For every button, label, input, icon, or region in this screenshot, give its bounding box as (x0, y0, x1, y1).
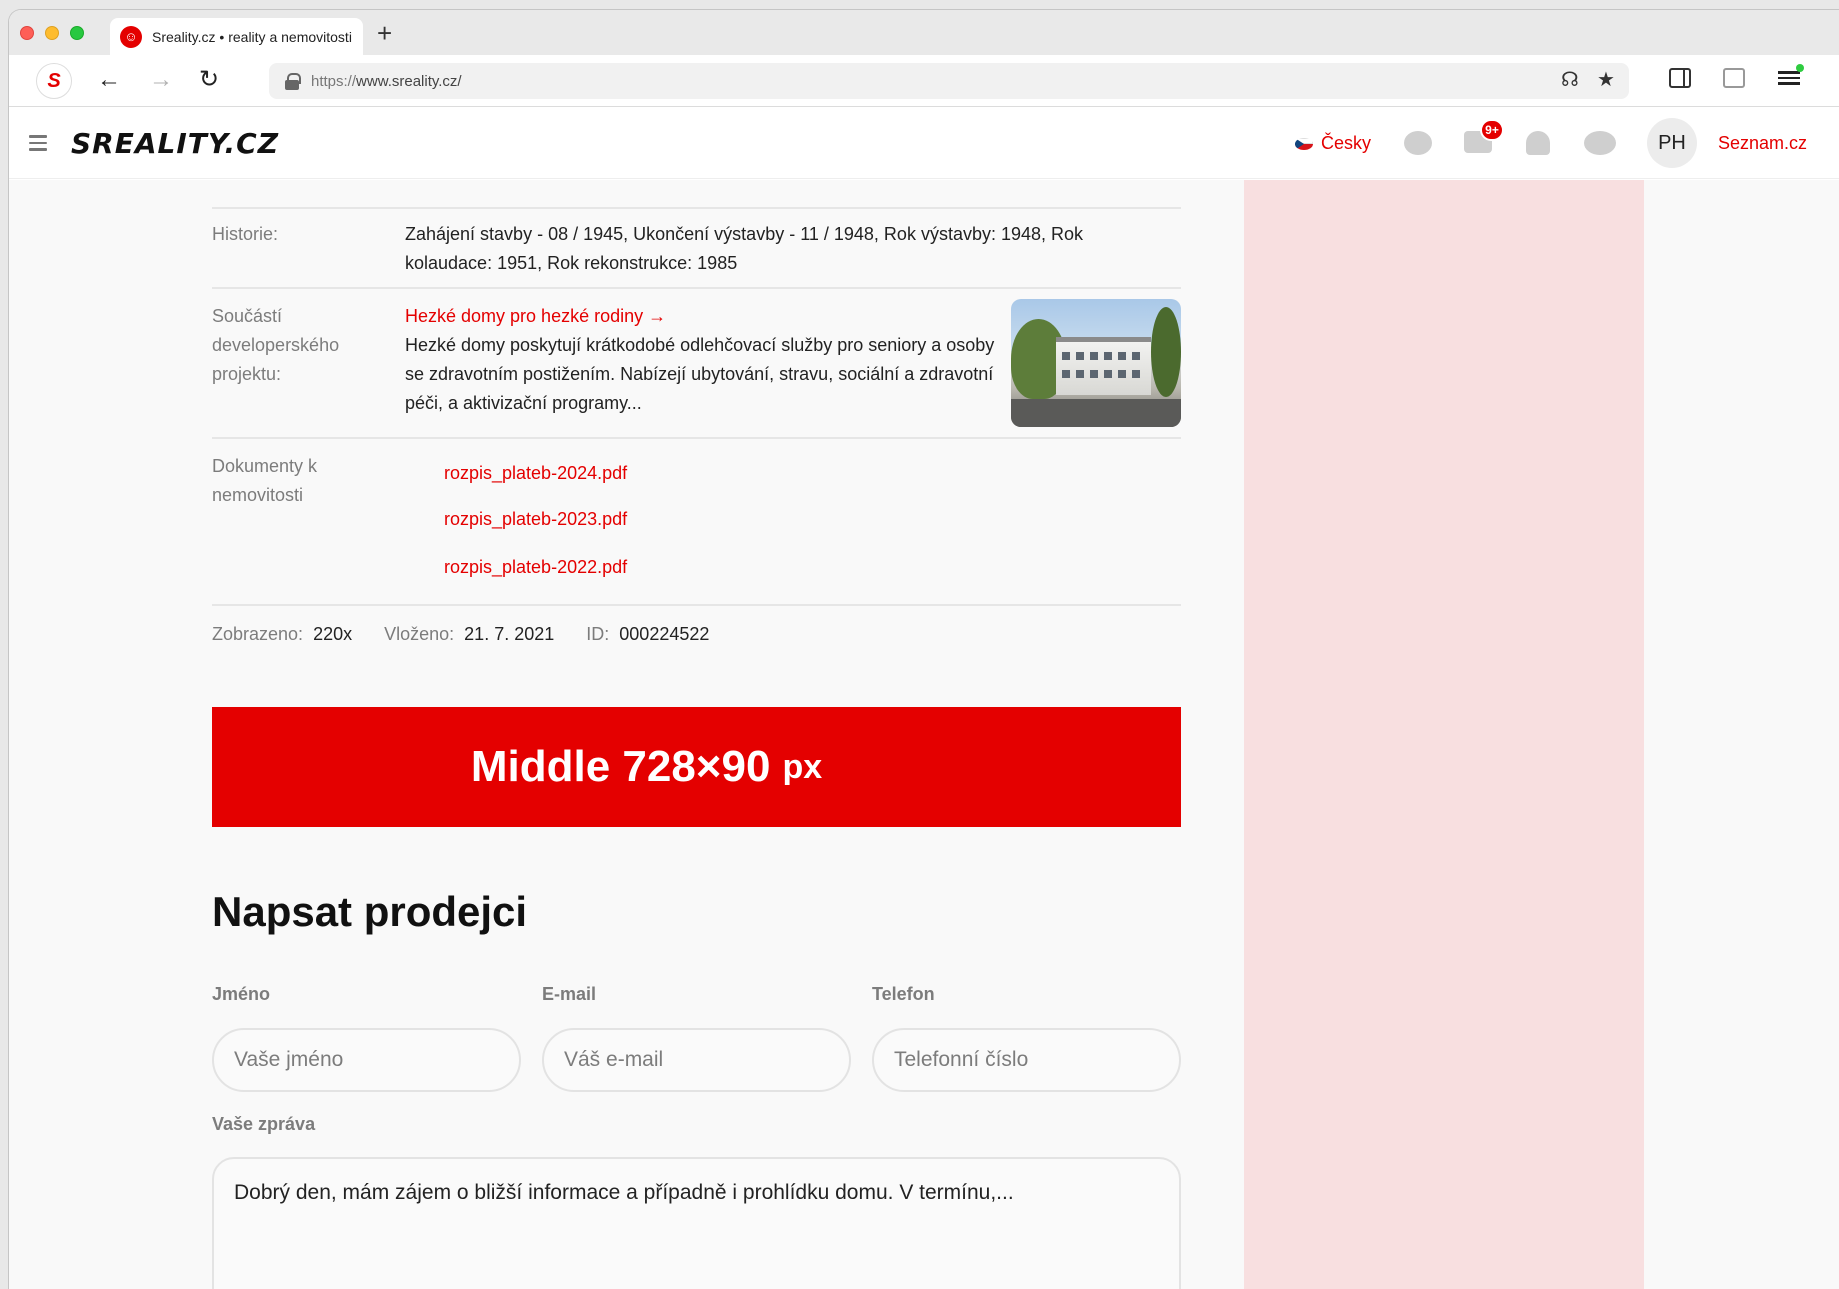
notifications-bell-icon[interactable] (1526, 131, 1550, 155)
main-content: Historie: Zahájení stavby - 08 / 1945, U… (212, 180, 1181, 1289)
language-switch[interactable]: Česky (1295, 133, 1371, 154)
messages-icon[interactable] (1584, 131, 1616, 155)
name-input[interactable]: Vaše jméno (212, 1028, 521, 1092)
banner-text: Middle 728×90 (470, 742, 771, 791)
middle-ad-banner[interactable]: Middle 728×90 px (212, 707, 1181, 827)
document-link[interactable]: rozpis_plateb-2024.pdf (444, 463, 627, 484)
documents-label: Dokumenty k nemovitosti (212, 456, 318, 505)
reload-button[interactable]: ↻ (199, 67, 219, 93)
id-value: 000224522 (619, 624, 710, 644)
seznam-link[interactable]: Seznam.cz (1718, 133, 1807, 154)
czech-flag-icon (1295, 137, 1313, 150)
message-textarea[interactable]: Dobrý den, mám zájem o bližší informace … (212, 1157, 1181, 1289)
seznam-home-icon[interactable]: S (36, 63, 72, 99)
views-value: 220x (313, 624, 353, 644)
reader-mode-icon[interactable]: ☊ (1561, 67, 1579, 92)
email-label: E-mail (542, 984, 597, 1004)
inserted-value: 21. 7. 2021 (464, 624, 555, 644)
documents-row: Dokumenty k nemovitosti rozpis_plateb-20… (212, 437, 1181, 604)
language-label: Česky (1321, 133, 1372, 153)
project-value: Hezké domy pro hezké rodiny → Hezké domy… (405, 302, 1005, 418)
menu-icon[interactable] (1778, 64, 1804, 88)
document-link[interactable]: rozpis_plateb-2022.pdf (444, 557, 627, 578)
name-label: Jméno (212, 984, 271, 1004)
email-input[interactable]: Váš e-mail (542, 1028, 851, 1092)
page-body: Historie: Zahájení stavby - 08 / 1945, U… (9, 180, 1839, 1289)
history-value: Zahájení stavby - 08 / 1945, Ukončení vý… (405, 224, 1084, 273)
email-icon[interactable] (1723, 68, 1745, 88)
history-label: Historie: (212, 224, 279, 244)
message-label: Vaše zpráva (212, 1114, 316, 1134)
back-button[interactable]: ← (97, 67, 121, 93)
phone-input[interactable]: Telefonní číslo (872, 1028, 1181, 1092)
history-row: Historie: Zahájení stavby - 08 / 1945, U… (212, 207, 1181, 287)
project-thumbnail-image[interactable] (1011, 299, 1181, 427)
phone-label: Telefon (872, 984, 935, 1004)
sidebar-toggle-icon[interactable] (1669, 68, 1691, 88)
banner-unit: px (782, 747, 823, 786)
side-ad-area (1244, 180, 1644, 1289)
bookmark-star-icon[interactable]: ★ (1597, 67, 1615, 92)
id-label: ID: (586, 624, 610, 644)
maximize-window-button[interactable] (70, 26, 84, 40)
document-link[interactable]: rozpis_plateb-2023.pdf (444, 509, 627, 530)
contact-form-title: Napsat prodejci (212, 888, 528, 935)
project-link[interactable]: Hezké domy pro hezké rodiny → (405, 302, 1005, 331)
browser-window: ☺ Sreality.cz • reality a nemovitosti + … (9, 10, 1839, 1289)
lock-icon (285, 72, 301, 90)
project-description: Hezké domy poskytují krátkodobé odlehčov… (405, 335, 995, 413)
browser-tab[interactable]: ☺ Sreality.cz • reality a nemovitosti (110, 18, 363, 55)
inserted-label: Vloženo: (384, 624, 455, 644)
close-window-button[interactable] (20, 26, 34, 40)
minimize-window-button[interactable] (45, 26, 59, 40)
listing-meta: Zobrazeno: 220x Vloženo: 21. 7. 2021 ID:… (212, 624, 741, 645)
site-header: SREALITY.CZ Česky 9+ PH Seznam.cz (9, 107, 1839, 179)
sreality-logo[interactable]: SREALITY.CZ (71, 127, 279, 160)
views-label: Zobrazeno: (212, 624, 304, 644)
address-bar[interactable]: https://www.sreality.cz/ (269, 63, 1629, 99)
sreality-favicon-icon: ☺ (120, 25, 142, 48)
project-label: Součástí developerského projektu: (212, 306, 340, 384)
new-tab-button[interactable]: + (377, 20, 392, 46)
mail-count-badge: 9+ (1480, 119, 1504, 141)
chat-icon[interactable] (1404, 131, 1432, 155)
url-text: https://www.sreality.cz/ (311, 72, 462, 90)
browser-toolbar: S ← → ↻ https://www.sreality.cz/ ☊ ★ (9, 55, 1839, 107)
tab-title: Sreality.cz • reality a nemovitosti (152, 28, 352, 45)
tab-bar: ☺ Sreality.cz • reality a nemovitosti + (9, 10, 1839, 55)
update-dot-icon (1796, 64, 1804, 72)
user-avatar[interactable]: PH (1647, 118, 1697, 168)
forward-button[interactable]: → (149, 67, 173, 93)
project-row: Součástí developerského projektu: Hezké … (212, 287, 1181, 437)
meta-row: Zobrazeno: 220x Vloženo: 21. 7. 2021 ID:… (212, 604, 1181, 704)
hamburger-menu-icon[interactable] (29, 135, 47, 155)
